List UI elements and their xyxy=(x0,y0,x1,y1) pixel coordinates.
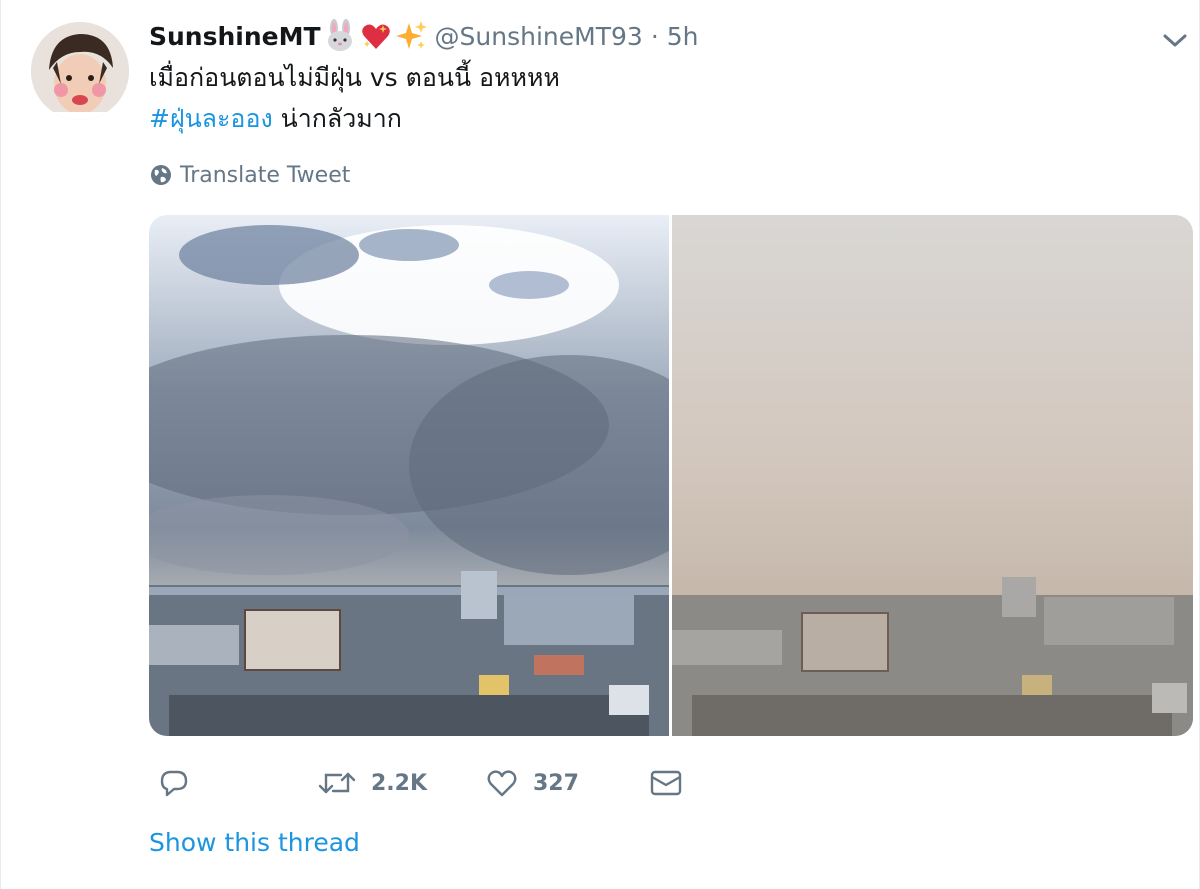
tweet-header: SunshineMT @SunshineMT93 · 5h xyxy=(149,18,699,54)
globe-icon xyxy=(151,165,171,185)
like-count: 327 xyxy=(533,770,579,796)
tweet-text-line-2-rest: น่ากลัวมาก xyxy=(272,104,402,133)
more-options-caret-icon[interactable] xyxy=(1159,26,1191,54)
retweet-button[interactable]: 2.2K xyxy=(317,758,427,808)
tweet-text-line-1: เมื่อก่อนตอนไม่มีฝุ่น vs ตอนนี้ อหหหห xyxy=(149,63,560,92)
translate-tweet-label: Translate Tweet xyxy=(180,162,351,188)
user-handle[interactable]: @SunshineMT93 xyxy=(435,22,643,51)
envelope-icon xyxy=(650,770,682,796)
retweet-count: 2.2K xyxy=(371,770,428,796)
like-button[interactable]: 327 xyxy=(485,758,579,808)
photo-after[interactable] xyxy=(672,215,1193,736)
translate-tweet-link[interactable]: Translate Tweet xyxy=(150,160,350,190)
hashtag-link[interactable]: #ฝุ่นละออง xyxy=(149,104,273,133)
direct-message-button[interactable] xyxy=(649,758,683,808)
tweet-actions: 2.2K 327 xyxy=(149,758,709,808)
show-thread-link[interactable]: Show this thread xyxy=(149,828,360,857)
tweet-card: SunshineMT @SunshineMT93 · 5h เมื่อก่อนต… xyxy=(0,0,1200,889)
media-grid xyxy=(149,215,1193,736)
tweet-timestamp[interactable]: 5h xyxy=(667,22,699,51)
photo-before[interactable] xyxy=(149,215,729,736)
rabbit-face-emoji xyxy=(323,19,357,53)
separator-dot: · xyxy=(650,21,659,51)
retweet-icon xyxy=(318,772,356,794)
avatar-image xyxy=(31,22,129,120)
reply-button[interactable] xyxy=(157,758,205,808)
avatar[interactable] xyxy=(31,22,129,120)
heart-icon xyxy=(487,770,517,797)
sparkles-emoji xyxy=(395,19,429,53)
tweet-text-line-2: #ฝุ่นละออง น่ากลัวมาก xyxy=(149,101,402,137)
sparkling-heart-emoji xyxy=(359,19,393,53)
display-name[interactable]: SunshineMT xyxy=(149,22,321,51)
reply-icon xyxy=(160,770,188,797)
